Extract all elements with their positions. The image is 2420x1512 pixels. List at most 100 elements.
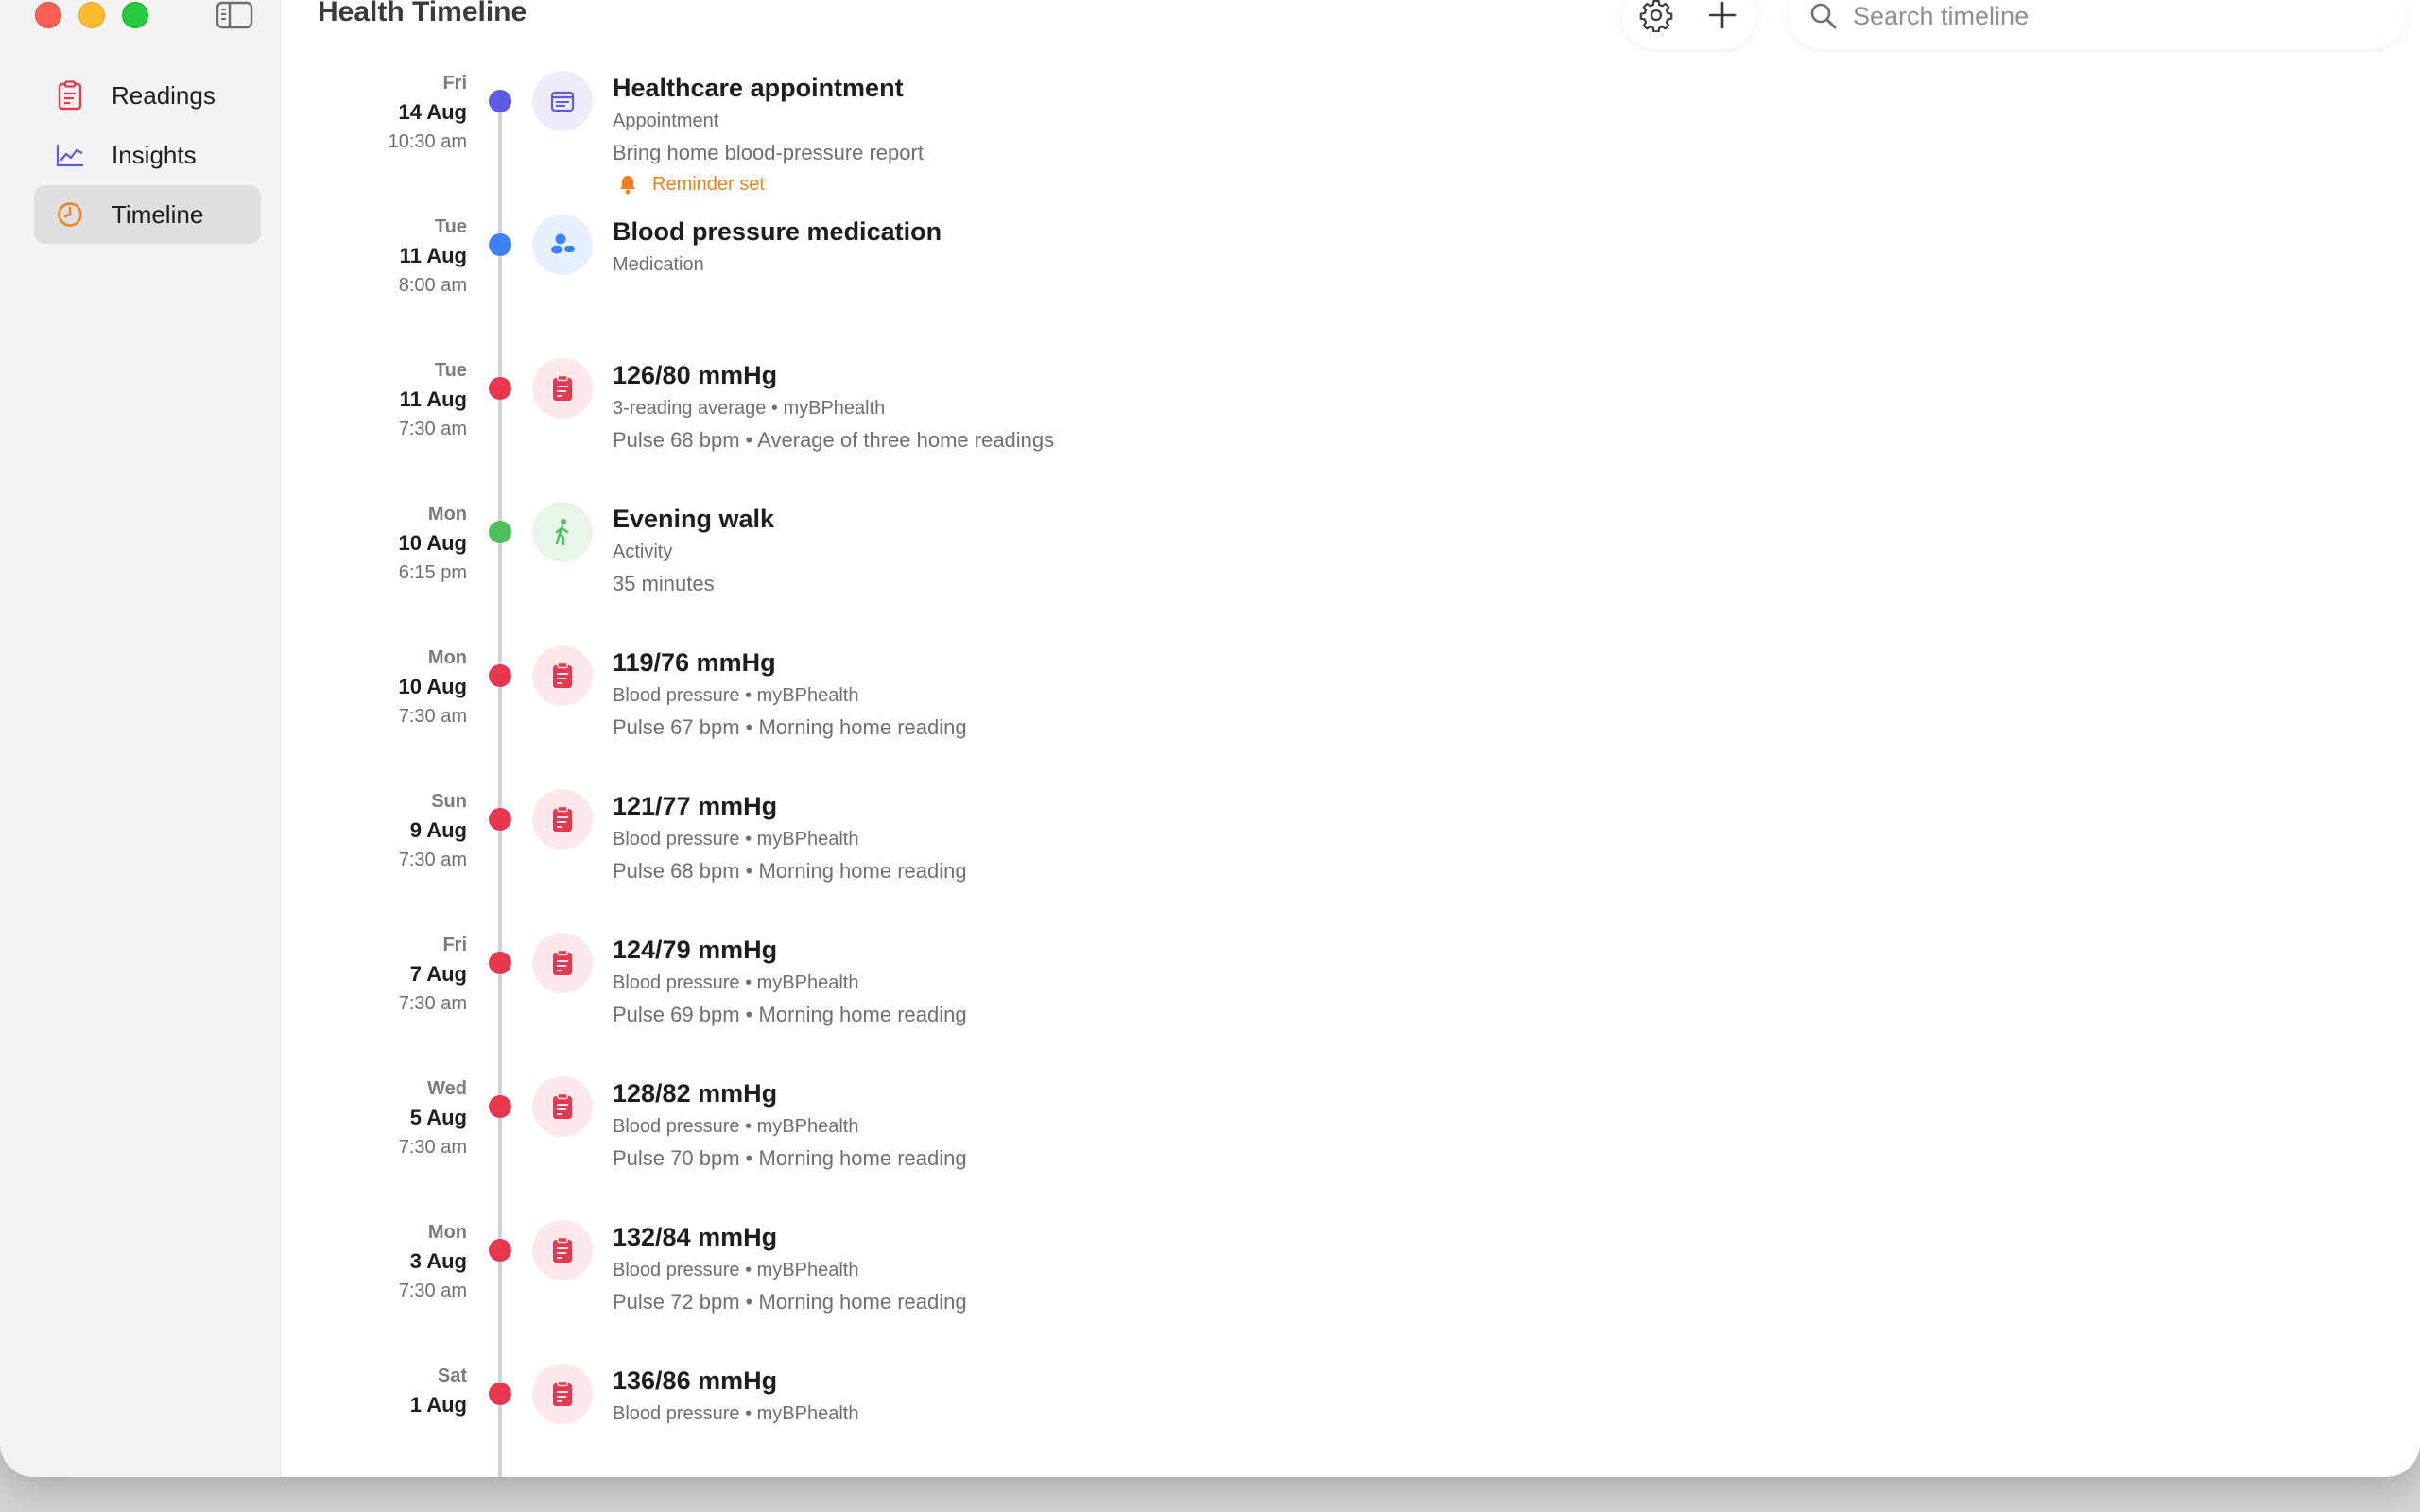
entry-subtitle: Blood pressure • myBPhealth — [613, 972, 859, 993]
entry-weekday: Sun — [431, 791, 467, 812]
entry-detail: 35 minutes — [613, 572, 715, 595]
timeline-dot — [489, 377, 511, 400]
entry-day: 9 Aug — [409, 818, 467, 842]
clipboard-icon — [532, 358, 593, 419]
timeline-dot — [489, 521, 511, 543]
entry-day: 11 Aug — [399, 244, 467, 267]
entry-subtitle: Blood pressure • myBPhealth — [613, 1260, 859, 1280]
timeline-dot — [489, 1095, 511, 1118]
timeline-dot — [489, 1239, 511, 1262]
zoom-window-button[interactable] — [122, 2, 148, 28]
timeline-entry[interactable]: Sun 9 Aug 7:30 am 121/77 mmHg Blood pres… — [0, 787, 2420, 931]
entry-weekday: Tue — [434, 216, 467, 237]
timeline-entry[interactable]: Wed 5 Aug 7:30 am 128/82 mmHg Blood pres… — [0, 1074, 2420, 1218]
timeline-dot — [489, 90, 511, 112]
clipboard-icon — [532, 1364, 593, 1424]
timeline-entry[interactable]: Mon 3 Aug 7:30 am 132/84 mmHg Blood pres… — [0, 1218, 2420, 1362]
entry-title: Evening walk — [613, 505, 775, 533]
timeline-entry[interactable]: Tue 11 Aug 8:00 am Blood pressure medica… — [0, 213, 2420, 356]
timeline-entry[interactable]: Tue 11 Aug 7:30 am 126/80 mmHg 3-reading… — [0, 356, 2420, 500]
clipboard-icon — [532, 1220, 593, 1280]
entry-weekday: Sat — [437, 1366, 467, 1386]
toolbar-group — [1622, 0, 1756, 49]
entry-day: 5 Aug — [409, 1106, 467, 1129]
entry-detail: Pulse 72 bpm • Morning home reading — [613, 1290, 967, 1314]
entry-date: Mon 3 Aug 7:30 am — [278, 1218, 467, 1305]
walking-icon — [532, 502, 593, 562]
timeline-entry[interactable]: Mon 10 Aug 7:30 am 119/76 mmHg Blood pre… — [0, 644, 2420, 787]
close-window-button[interactable] — [35, 2, 61, 28]
entry-weekday: Mon — [427, 647, 467, 668]
timeline-entry[interactable]: Mon 10 Aug 6:15 pm Evening walk Activity… — [0, 500, 2420, 644]
timeline-entry[interactable]: Fri 14 Aug 10:30 am Healthcare appointme… — [0, 69, 2420, 213]
entry-subtitle: Blood pressure • myBPhealth — [613, 829, 859, 850]
timeline-dot — [489, 952, 511, 974]
minimize-window-button[interactable] — [78, 2, 105, 28]
entry-subtitle: Blood pressure • myBPhealth — [613, 1403, 859, 1424]
entry-title: 119/76 mmHg — [613, 648, 776, 677]
pills-icon — [532, 215, 593, 275]
entry-body: Healthcare appointment Appointment Bring… — [613, 69, 924, 198]
entry-time: 7:30 am — [398, 1280, 467, 1301]
entry-subtitle: Blood pressure • myBPhealth — [613, 685, 859, 706]
entry-time: 7:30 am — [398, 706, 467, 727]
entry-weekday: Mon — [427, 504, 467, 524]
clipboard-icon — [532, 645, 593, 706]
entry-time: 6:15 pm — [398, 562, 467, 583]
entry-time: 7:30 am — [398, 850, 467, 870]
search-field[interactable] — [1789, 0, 2405, 49]
clipboard-icon — [532, 1076, 593, 1137]
entry-body: 128/82 mmHg Blood pressure • myBPhealth … — [613, 1074, 967, 1177]
entry-title: Blood pressure medication — [613, 217, 942, 246]
entry-detail: Pulse 68 bpm • Average of three home rea… — [613, 428, 1055, 452]
bell-icon — [620, 176, 635, 195]
clipboard-icon — [532, 789, 593, 850]
sidebar-toggle-icon[interactable] — [216, 0, 253, 30]
reminder-badge: Reminder set — [613, 171, 924, 198]
entry-detail: Pulse 67 bpm • Morning home reading — [613, 715, 967, 739]
entry-date: Fri 14 Aug 10:30 am — [278, 69, 467, 156]
entry-time: 7:30 am — [398, 993, 467, 1014]
entry-subtitle: Blood pressure • myBPhealth — [613, 1116, 859, 1137]
entry-body: 121/77 mmHg Blood pressure • myBPhealth … — [613, 787, 967, 889]
entry-body: 132/84 mmHg Blood pressure • myBPhealth … — [613, 1218, 967, 1320]
entry-title: Healthcare appointment — [613, 74, 904, 102]
entry-title: 128/82 mmHg — [613, 1079, 778, 1108]
gear-icon[interactable] — [1637, 0, 1675, 34]
timeline-dot — [489, 664, 511, 687]
entry-date: Sun 9 Aug 7:30 am — [278, 787, 467, 874]
entry-body: Blood pressure medication Medication — [613, 213, 942, 279]
app-window: Readings Insights Timeline Health Timeli… — [0, 0, 2420, 1477]
add-button[interactable] — [1703, 0, 1741, 34]
timeline-dot — [489, 233, 511, 256]
clipboard-icon — [532, 933, 593, 993]
entry-date: Mon 10 Aug 7:30 am — [278, 644, 467, 730]
entry-time: 7:30 am — [398, 1137, 467, 1158]
entry-body: 126/80 mmHg 3-reading average • myBPheal… — [613, 356, 1054, 458]
entry-detail: Pulse 70 bpm • Morning home reading — [613, 1146, 967, 1170]
entry-day: 10 Aug — [398, 531, 467, 555]
entry-time: 10:30 am — [388, 131, 467, 152]
entry-weekday: Fri — [442, 935, 467, 955]
entry-weekday: Fri — [442, 73, 467, 94]
entry-date: Wed 5 Aug 7:30 am — [278, 1074, 467, 1161]
entry-weekday: Mon — [427, 1222, 467, 1243]
entry-title: 121/77 mmHg — [613, 792, 778, 820]
entry-body: 119/76 mmHg Blood pressure • myBPhealth … — [613, 644, 967, 746]
search-icon — [1809, 2, 1838, 30]
entry-date: Mon 10 Aug 6:15 pm — [278, 500, 467, 587]
entry-title: 136/86 mmHg — [613, 1366, 778, 1395]
entry-subtitle: 3-reading average • myBPhealth — [613, 398, 886, 419]
entry-date: Tue 11 Aug 8:00 am — [278, 213, 467, 300]
entry-day: 14 Aug — [398, 100, 467, 124]
timeline-entry[interactable]: Fri 7 Aug 7:30 am 124/79 mmHg Blood pres… — [0, 931, 2420, 1074]
search-input[interactable] — [1851, 0, 2384, 36]
reminder-label: Reminder set — [652, 174, 765, 195]
entry-weekday: Wed — [427, 1078, 467, 1099]
entry-day: 3 Aug — [409, 1249, 467, 1273]
entry-time: 7:30 am — [398, 419, 467, 439]
entry-subtitle: Appointment — [613, 111, 719, 131]
entry-subtitle: Medication — [613, 254, 704, 275]
timeline-entry[interactable]: Sat 1 Aug 136/86 mmHg Blood pressure • m… — [0, 1362, 2420, 1477]
entry-date: Fri 7 Aug 7:30 am — [278, 931, 467, 1018]
